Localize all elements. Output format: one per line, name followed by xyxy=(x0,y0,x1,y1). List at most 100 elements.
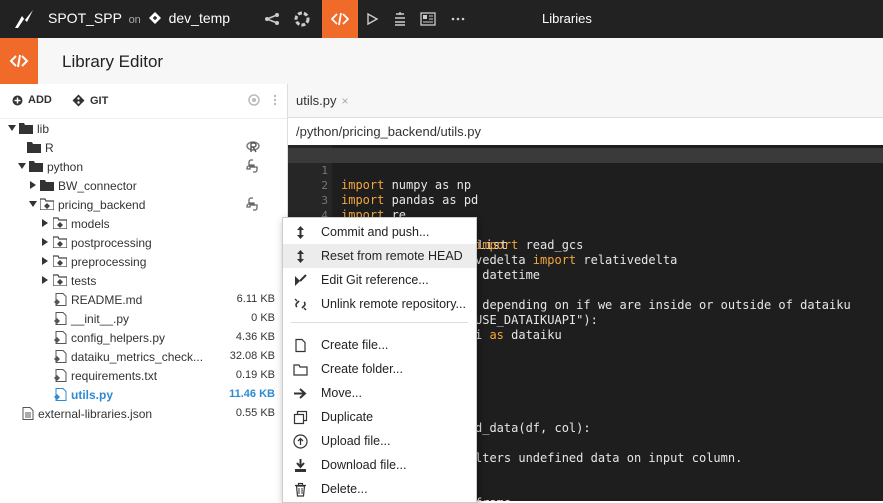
branch-icon xyxy=(148,11,162,25)
delete-menu-item[interactable]: Delete... xyxy=(283,477,476,501)
code-line[interactable]: 3 import re xyxy=(288,178,883,222)
tree-folder-lib[interactable]: lib xyxy=(0,120,287,139)
top-navbar: SPOT_SPP on dev_temp Libraries xyxy=(0,0,883,38)
tree-label: tests xyxy=(71,274,97,288)
tree-file[interactable]: __init__.py 0 KB xyxy=(0,310,287,329)
file-path: /python/pricing_backend/utils.py xyxy=(296,124,482,139)
dataiku-logo-icon[interactable] xyxy=(12,8,36,30)
download-icon xyxy=(293,458,308,473)
duplicate-menu-item[interactable]: Duplicate xyxy=(283,405,476,429)
file-icon xyxy=(293,338,308,353)
git-file-icon xyxy=(53,350,67,363)
tree-file-external-libraries[interactable]: external-libraries.json 0.55 KB xyxy=(0,405,287,424)
git-file-icon xyxy=(53,312,67,325)
code-line[interactable]: 1 import numpy as np xyxy=(288,148,883,192)
upload-file-menu-item[interactable]: Upload file... xyxy=(283,429,476,453)
close-icon[interactable]: × xyxy=(341,94,348,108)
git-button[interactable]: GIT xyxy=(72,94,108,107)
page-title: Library Editor xyxy=(62,52,164,71)
caret-right-icon[interactable] xyxy=(41,276,49,284)
git-folder-icon xyxy=(53,274,67,287)
caret-down-icon[interactable] xyxy=(29,200,37,208)
file-name: README.md xyxy=(71,293,143,307)
editor-tabs: utils.py × xyxy=(288,84,883,118)
menu-label: Reset from remote HEAD xyxy=(321,249,463,263)
tree-file[interactable]: config_helpers.py 4.36 KB xyxy=(0,329,287,348)
recipes-icon[interactable] xyxy=(288,0,316,38)
code-line[interactable]: 4 import os xyxy=(288,193,883,237)
menu-label: Download file... xyxy=(321,458,407,472)
git-file-icon xyxy=(53,331,67,344)
caret-right-icon[interactable] xyxy=(41,257,49,265)
reset-from-remote-head-menu-item[interactable]: Reset from remote HEAD xyxy=(283,244,476,268)
collapse-icon[interactable] xyxy=(248,94,260,106)
tree-folder-postprocessing[interactable]: postprocessing xyxy=(0,234,287,253)
tree-file[interactable]: requirements.txt 0.19 KB xyxy=(0,367,287,386)
unlink-remote-repository-menu-item[interactable]: Unlink remote repository... xyxy=(283,292,476,316)
file-size: 4.36 KB xyxy=(235,331,275,343)
edit-git-reference-menu-item[interactable]: Edit Git reference... xyxy=(283,268,476,292)
reset-icon xyxy=(293,249,308,264)
folder-icon xyxy=(40,179,54,192)
tree-folder-preprocessing[interactable]: preprocessing xyxy=(0,253,287,272)
code-nav-icon[interactable] xyxy=(322,0,358,38)
project-breadcrumb[interactable]: SPOT_SPP on dev_temp xyxy=(48,10,230,26)
create-file-menu-item[interactable]: Create file... xyxy=(283,333,476,357)
download-file-menu-item[interactable]: Download file... xyxy=(283,453,476,477)
folder-icon xyxy=(19,122,33,135)
file-size: 0.55 KB xyxy=(235,407,275,419)
tree-folder-python[interactable]: python xyxy=(0,158,287,177)
flow-icon[interactable] xyxy=(258,0,286,38)
more-icon[interactable] xyxy=(444,0,472,38)
tree-folder-models[interactable]: models xyxy=(0,215,287,234)
git-folder-icon xyxy=(53,236,67,249)
file-name: external-libraries.json xyxy=(38,407,153,421)
tree-label: models xyxy=(71,217,110,231)
code-text: d_data(df, col): xyxy=(475,421,591,435)
tab-label: utils.py xyxy=(296,93,337,108)
caret-right-icon[interactable] xyxy=(29,181,37,189)
project-name[interactable]: SPOT_SPP xyxy=(48,10,122,26)
tree-folder-bw-connector[interactable]: BW_connector xyxy=(0,177,287,196)
file-size: 6.11 KB xyxy=(236,293,275,305)
move-menu-item[interactable]: Move... xyxy=(283,381,476,405)
arrow-right-icon xyxy=(293,386,308,401)
caret-down-icon[interactable] xyxy=(18,162,26,170)
caret-right-icon[interactable] xyxy=(41,219,49,227)
tree-file[interactable]: README.md 6.11 KB xyxy=(0,291,287,310)
plus-circle-icon xyxy=(12,95,23,106)
caret-down-icon[interactable] xyxy=(8,124,16,132)
file-name: dataiku_metrics_check... xyxy=(71,350,204,364)
tree-file[interactable]: dataiku_metrics_check... 32.08 KB xyxy=(0,348,287,367)
code-line[interactable]: 2 import pandas as pd xyxy=(288,163,883,207)
file-size: 32.08 KB xyxy=(229,350,275,362)
tree-folder-tests[interactable]: tests xyxy=(0,272,287,291)
options-icon[interactable] xyxy=(273,94,277,106)
menu-label: Delete... xyxy=(321,482,368,496)
caret-right-icon[interactable] xyxy=(41,238,49,246)
file-path-bar: /python/pricing_backend/utils.py xyxy=(288,118,883,146)
tree-folder-r[interactable]: R xyxy=(0,139,287,158)
menu-label: Edit Git reference... xyxy=(321,273,429,287)
add-button[interactable]: ADD xyxy=(12,94,52,106)
menu-label: Create folder... xyxy=(321,362,403,376)
python-icon xyxy=(246,197,260,211)
tree-folder-pricing-backend[interactable]: pricing_backend xyxy=(0,196,287,215)
dashboard-icon[interactable] xyxy=(414,0,442,38)
database-icon[interactable] xyxy=(386,0,414,38)
docstring-text: lters undefined data on input column. xyxy=(475,451,743,465)
current-section-label: Libraries xyxy=(542,11,592,26)
run-icon[interactable] xyxy=(358,0,386,38)
tab-utils-py[interactable]: utils.py × xyxy=(296,93,348,108)
file-name: utils.py xyxy=(71,388,114,402)
tree-label: python xyxy=(47,160,84,174)
git-file-icon xyxy=(53,369,67,382)
create-folder-menu-item[interactable]: Create folder... xyxy=(283,357,476,381)
branch-name[interactable]: dev_temp xyxy=(169,10,230,26)
tree-label: lib xyxy=(37,122,50,136)
commit-and-push-menu-item[interactable]: Commit and push... xyxy=(283,220,476,244)
tree-file-selected[interactable]: utils.py 11.46 KB xyxy=(0,386,287,405)
menu-divider xyxy=(291,322,468,323)
git-folder-icon xyxy=(53,217,67,230)
git-ref-icon xyxy=(293,273,308,288)
